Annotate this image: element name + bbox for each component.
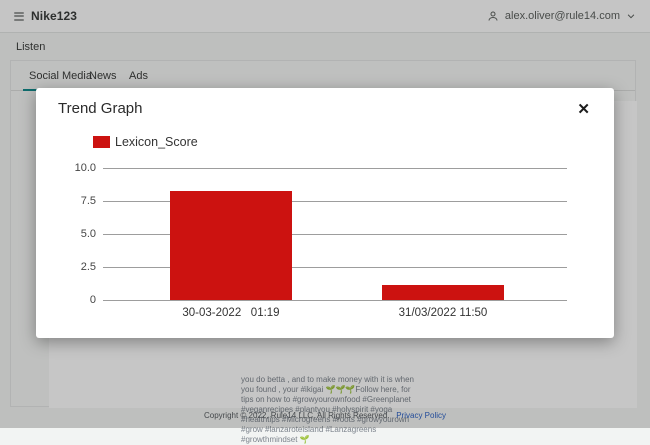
x-tick-label: 31/03/2022 11:50 [343,307,543,319]
y-tick-label: 5.0 [44,227,96,241]
post-line: #growthmindset 🌱 [241,435,411,445]
bar-lexicon-score-2[interactable] [382,285,504,300]
y-tick-label: 0 [44,293,96,307]
bar-lexicon-score-1[interactable] [170,191,292,300]
x-tick-label: 30-03-2022 01:19 [131,307,331,319]
y-tick-label: 2.5 [44,260,96,274]
trend-bar-chart: 10.0 7.5 5.0 2.5 0 30-03-2022 01:19 31/0… [36,88,614,338]
y-tick-label: 7.5 [44,194,96,208]
trend-graph-modal: Trend Graph ✕ Lexicon_Score 10.0 7.5 5.0… [36,88,614,338]
gridline [103,168,567,169]
y-tick-label: 10.0 [44,161,96,175]
gridline [103,300,567,301]
